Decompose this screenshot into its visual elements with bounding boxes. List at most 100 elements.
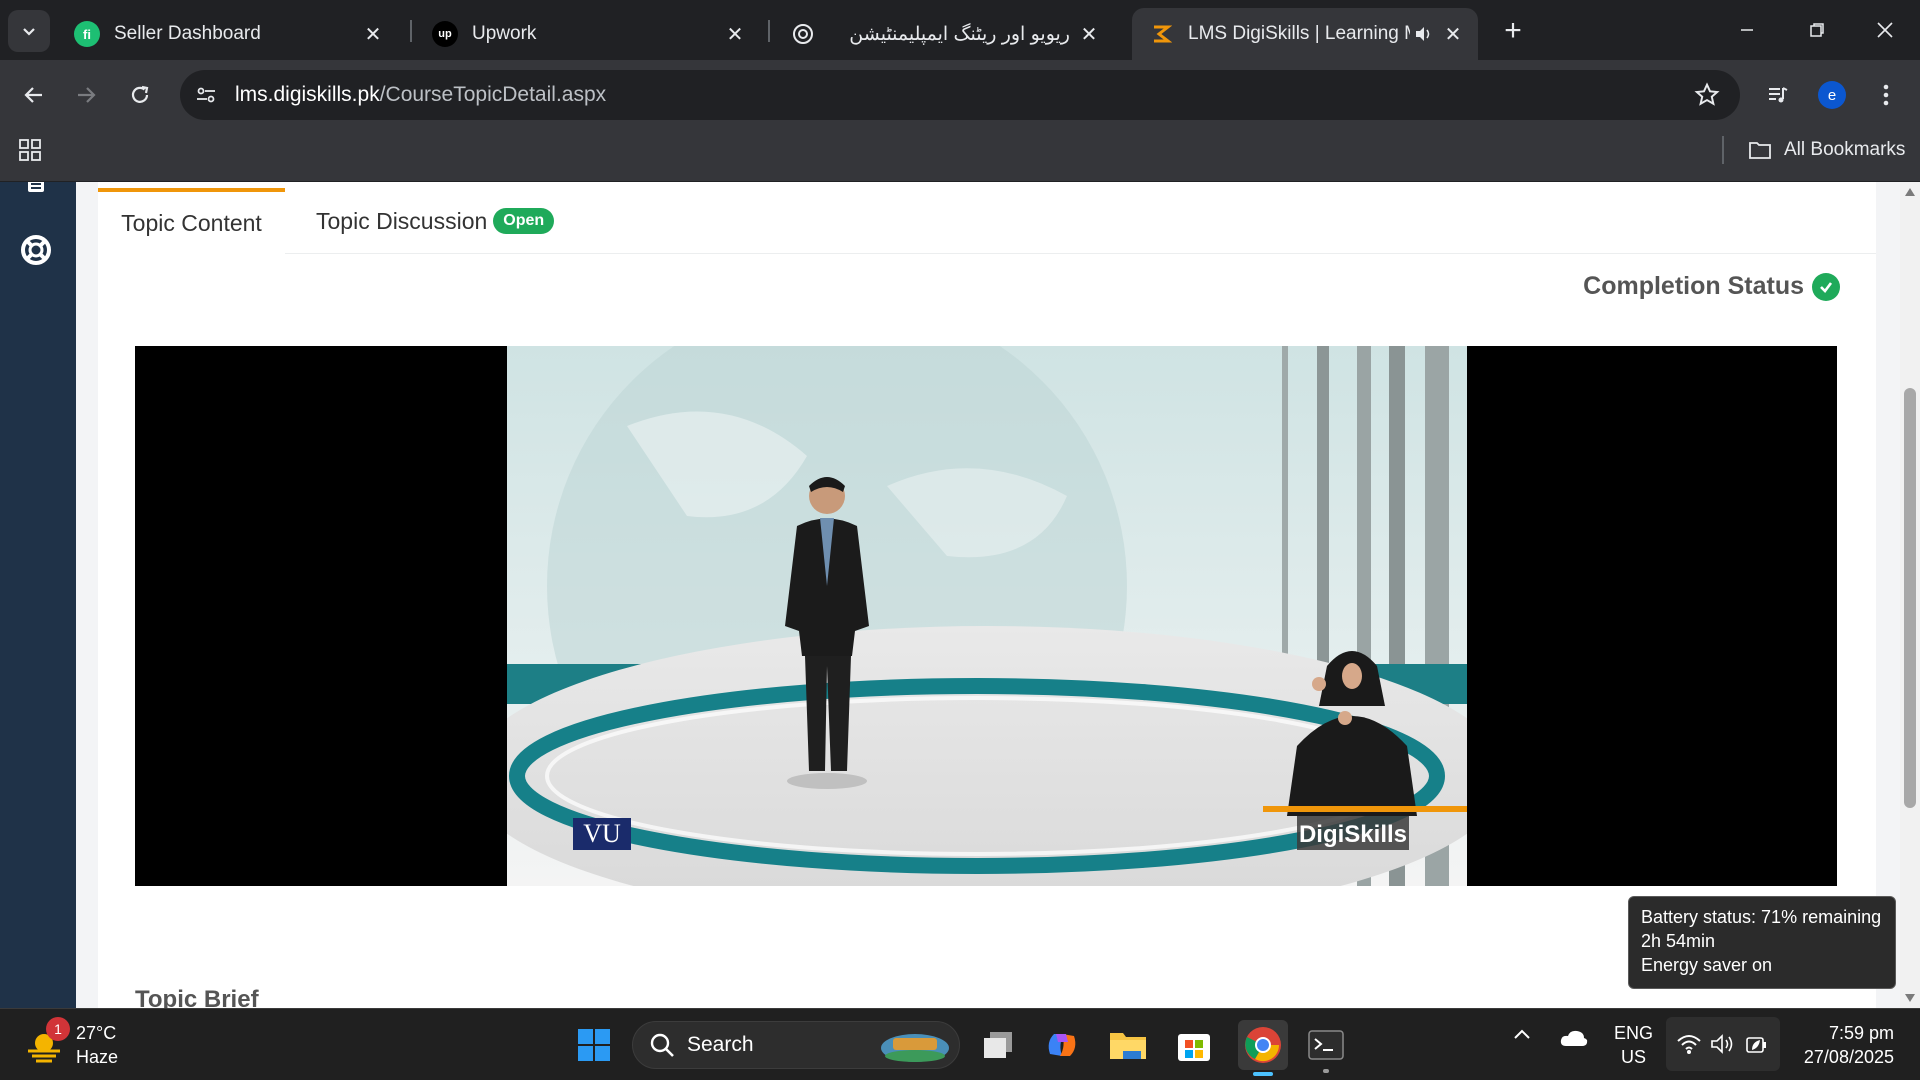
microsoft-store-button[interactable] (1172, 1023, 1216, 1067)
tab-strip: fi Seller Dashboard ✕ up Upwork ✕ ریویو … (0, 0, 1920, 60)
new-tab-button[interactable]: + (1496, 14, 1530, 48)
windows-icon (578, 1029, 610, 1061)
system-clock[interactable]: 7:59 pm 27/08/2025 (1804, 1021, 1894, 1069)
menu-button[interactable] (1868, 77, 1904, 113)
upwork-icon: up (432, 21, 458, 47)
chrome-icon (1245, 1027, 1281, 1063)
copilot-button[interactable] (1040, 1023, 1084, 1067)
close-tab-icon[interactable]: ✕ (360, 21, 386, 47)
close-tab-icon[interactable]: ✕ (1076, 21, 1102, 47)
tab-label: Seller Dashboard (114, 23, 261, 44)
tab-separator (410, 20, 412, 42)
tab-topic-content[interactable]: Topic Content (98, 188, 285, 254)
reload-icon (131, 85, 149, 103)
url-domain: lms.digiskills.pk (235, 83, 380, 106)
tab-topic-discussion[interactable]: Topic Discussion Open (316, 188, 555, 254)
status-badge: Open (493, 208, 555, 234)
browser-tab-upwork[interactable]: up Upwork ✕ (416, 8, 760, 60)
speaker-icon[interactable] (1410, 21, 1436, 47)
restore-button[interactable] (1792, 10, 1842, 50)
language-indicator[interactable]: ENG US (1614, 1021, 1653, 1069)
apps-grid-icon[interactable] (18, 138, 42, 162)
search-highlight-icon (881, 1034, 949, 1062)
all-bookmarks-button[interactable]: All Bookmarks (1748, 139, 1905, 161)
tab-label: Upwork (472, 23, 537, 44)
volume-icon (1711, 1034, 1733, 1054)
bookmark-star-icon[interactable] (1694, 82, 1720, 108)
bookmarks-bar (0, 130, 1920, 182)
notification-badge: 1 (46, 1017, 70, 1041)
tab-label: Topic Content (121, 209, 262, 236)
tab-separator (768, 20, 770, 42)
close-tab-icon[interactable]: ✕ (1440, 21, 1466, 47)
minimize-icon (1741, 29, 1753, 31)
left-sidebar (0, 182, 76, 1008)
scroll-down-icon[interactable] (1905, 994, 1915, 1002)
browser-tab-chatgpt[interactable]: ریویو اور ریٹنگ ایمپلیمنٹیشن ✕ (774, 8, 1114, 60)
task-view-button[interactable] (976, 1023, 1020, 1067)
video-frame: VU DigiSkills (507, 346, 1467, 886)
battery-saver-icon (1746, 1037, 1766, 1053)
topic-card: Topic Content Topic Discussion Open Comp… (98, 182, 1876, 1008)
forward-button[interactable] (68, 77, 104, 113)
video-player[interactable]: VU DigiSkills (135, 346, 1837, 886)
windows-taskbar: 1 27°C Haze Search ENG US 7:59 pm 27/08/… (0, 1008, 1920, 1080)
chevron-down-icon (23, 28, 35, 36)
close-icon (1877, 22, 1893, 38)
minimize-button[interactable] (1722, 10, 1772, 50)
file-explorer-button[interactable] (1106, 1023, 1150, 1067)
terminal-button[interactable] (1304, 1023, 1348, 1073)
taskbar-search[interactable]: Search (632, 1021, 960, 1069)
show-hidden-icons-button[interactable] (1512, 1025, 1532, 1050)
site-info-icon[interactable] (194, 83, 218, 107)
arrow-left-icon (24, 87, 42, 103)
chrome-button[interactable] (1238, 1020, 1288, 1076)
completion-status-label: Completion Status (1583, 272, 1804, 300)
tooltip-line: Battery status: 71% remaining (1641, 907, 1882, 927)
topic-brief-heading: Topic Brief (135, 986, 259, 1008)
onedrive-button[interactable] (1560, 1029, 1588, 1052)
tab-search-button[interactable] (8, 10, 50, 52)
close-window-button[interactable] (1860, 10, 1910, 50)
url-text: lms.digiskills.pk/CourseTopicDetail.aspx (235, 83, 606, 107)
copilot-icon (1048, 1034, 1076, 1056)
search-placeholder: Search (687, 1033, 754, 1056)
tooltip-line: 2h 54min (1641, 931, 1716, 951)
start-button[interactable] (572, 1023, 616, 1067)
all-bookmarks-label: All Bookmarks (1784, 139, 1906, 160)
reload-button[interactable] (122, 77, 158, 113)
quick-settings-button[interactable] (1666, 1017, 1780, 1071)
avatar: e (1818, 81, 1846, 109)
document-icon[interactable] (20, 182, 52, 210)
page-scrollbar[interactable] (1900, 182, 1920, 1008)
close-tab-icon[interactable]: ✕ (722, 21, 748, 47)
profile-button[interactable]: e (1814, 77, 1850, 113)
chatgpt-icon (790, 21, 816, 47)
weather-widget[interactable]: 1 27°C Haze (24, 1017, 119, 1069)
completion-status: Completion Status (1583, 272, 1840, 301)
running-indicator (1253, 1072, 1273, 1076)
tab-label: LMS DigiSkills | Learning Ma (1188, 23, 1410, 44)
scroll-thumb[interactable] (1904, 388, 1916, 808)
browser-tab-seller-dashboard[interactable]: fi Seller Dashboard ✕ (58, 8, 398, 60)
search-icon (650, 1033, 674, 1057)
page-content: Topic Content Topic Discussion Open Comp… (0, 182, 1920, 1008)
wifi-icon (1677, 1035, 1701, 1054)
browser-tab-lms-digiskills[interactable]: LMS DigiSkills | Learning Ma ✕ (1132, 8, 1478, 60)
cloud-icon (1560, 1030, 1588, 1046)
url-path: /CourseTopicDetail.aspx (379, 83, 607, 106)
back-button[interactable] (16, 77, 52, 113)
weather-desc: Haze (76, 1047, 119, 1067)
restore-icon (1810, 23, 1824, 37)
clock-time: 7:59 pm (1828, 1023, 1894, 1043)
chevron-up-icon (1514, 1029, 1530, 1039)
scroll-up-icon[interactable] (1905, 188, 1915, 196)
topic-tabs: Topic Content Topic Discussion Open (98, 182, 1876, 254)
media-controls-button[interactable] (1760, 77, 1796, 113)
tooltip-line: Energy saver on (1641, 955, 1773, 975)
video-still-image: VU DigiSkills (507, 346, 1467, 886)
address-bar[interactable]: lms.digiskills.pk/CourseTopicDetail.aspx (180, 70, 1740, 120)
lifebuoy-icon[interactable] (20, 234, 52, 266)
store-icon (1178, 1034, 1210, 1061)
tab-label: Topic Discussion (316, 207, 488, 234)
